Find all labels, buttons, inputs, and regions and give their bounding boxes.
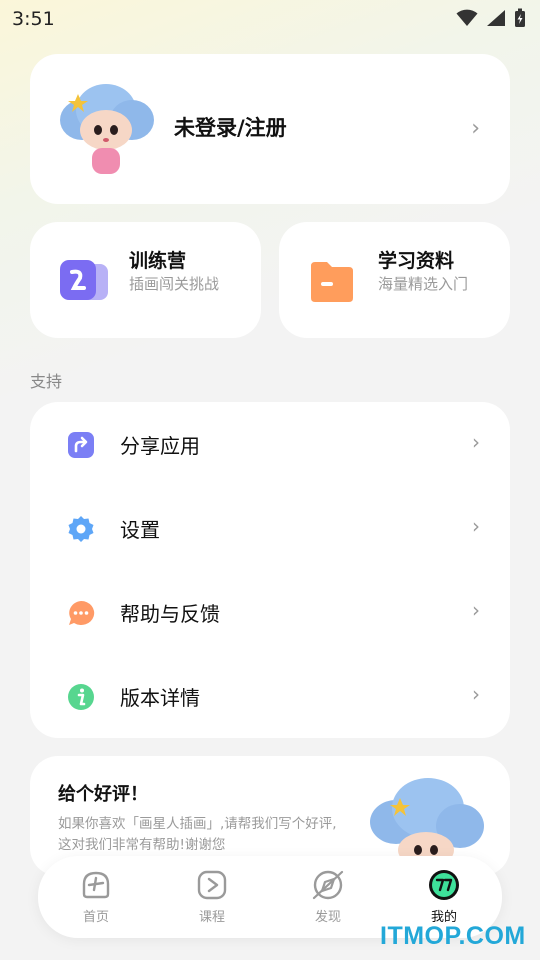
profile-icon — [429, 870, 459, 900]
chevron-right-icon: › — [472, 682, 480, 706]
support-menu: 分享应用 › 设置 › 帮助与反馈 › 版本详情 › — [30, 402, 510, 738]
wifi-icon — [456, 9, 478, 26]
menu-item-label: 设置 — [120, 518, 160, 542]
chevron-right-icon: › — [472, 598, 480, 622]
mascot-illustration — [370, 778, 484, 868]
tab-home[interactable]: 首页 — [56, 868, 136, 930]
chat-bubble-icon — [69, 600, 95, 625]
menu-item-label: 分享应用 — [120, 434, 200, 458]
login-register-link[interactable]: 未登录/注册 — [174, 112, 287, 142]
feature-subtitle: 海量精选入门 — [378, 275, 469, 293]
feature-card-training-camp[interactable]: 训练营 插画闯关挑战 — [30, 222, 261, 338]
tab-course[interactable]: 课程 — [172, 868, 252, 930]
tab-label: 课程 — [198, 910, 225, 925]
chevron-right-icon: › — [472, 430, 480, 454]
tab-label: 发现 — [314, 910, 341, 925]
tab-profile[interactable]: 我的 — [404, 868, 484, 930]
cellular-signal-icon — [487, 10, 505, 26]
feature-title: 训练营 — [129, 250, 187, 272]
menu-item-label: 版本详情 — [120, 686, 200, 710]
info-icon — [68, 684, 94, 710]
mascot-avatar — [60, 84, 154, 174]
training-camp-icon — [60, 260, 108, 300]
support-section-label: 支持 — [30, 372, 63, 391]
menu-item-label: 帮助与反馈 — [120, 602, 220, 626]
status-bar: 3:51 — [0, 0, 540, 38]
review-body: 如果你喜欢「画星人插画」,请帮我们写个好评,这对我们非常有帮助!谢谢您 — [58, 816, 337, 853]
menu-item-settings[interactable]: 设置 › — [30, 486, 510, 570]
menu-item-version-details[interactable]: 版本详情 › — [30, 654, 510, 738]
feature-subtitle: 插画闯关挑战 — [129, 275, 220, 293]
feature-card-study-materials[interactable]: 学习资料 海量精选入门 — [279, 222, 510, 338]
battery-icon — [515, 8, 525, 27]
folder-icon — [311, 262, 353, 302]
tab-label: 首页 — [82, 910, 109, 925]
review-title: 给个好评！ — [58, 784, 148, 805]
tab-discover[interactable]: 发现 — [288, 868, 368, 930]
chevron-right-icon: › — [472, 514, 480, 538]
home-icon — [82, 871, 110, 899]
discover-compass-icon — [312, 870, 344, 900]
menu-item-help-feedback[interactable]: 帮助与反馈 › — [30, 570, 510, 654]
status-icons — [456, 8, 526, 28]
profile-card[interactable]: 未登录/注册 › — [30, 54, 510, 204]
status-time: 3:51 — [12, 8, 55, 30]
watermark-logo: ITMOP.COM — [380, 922, 526, 950]
feature-title: 学习资料 — [378, 250, 455, 272]
menu-item-share-app[interactable]: 分享应用 › — [30, 402, 510, 486]
chevron-right-icon: › — [471, 116, 480, 141]
course-play-icon — [197, 870, 227, 900]
gear-icon — [68, 516, 94, 542]
share-icon — [68, 432, 94, 458]
